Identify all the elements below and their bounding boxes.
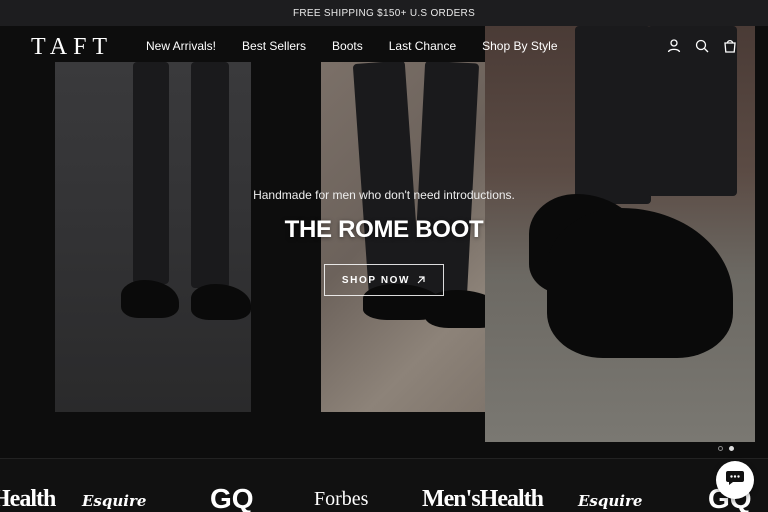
- slide-dot-2[interactable]: [729, 446, 734, 451]
- press-logo-esquire: Esquire: [82, 492, 147, 510]
- announcement-bar: FREE SHIPPING $150+ U.S ORDERS: [0, 0, 768, 26]
- press-logo-health: Health: [0, 486, 56, 512]
- nav-shop-by-style[interactable]: Shop By Style: [482, 39, 557, 53]
- hero-tagline: Handmade for men who don't need introduc…: [253, 188, 515, 202]
- hero-slideshow: Handmade for men who don't need introduc…: [0, 26, 768, 458]
- slide-pagination: [718, 446, 734, 451]
- account-icon[interactable]: [666, 38, 682, 54]
- header-icons: [666, 38, 738, 54]
- slide-dot-1[interactable]: [718, 446, 723, 451]
- nav-last-chance[interactable]: Last Chance: [389, 39, 456, 53]
- nav-best-sellers[interactable]: Best Sellers: [242, 39, 306, 53]
- shop-now-button[interactable]: SHOP NOW: [324, 264, 444, 296]
- announcement-text: FREE SHIPPING $150+ U.S ORDERS: [292, 7, 476, 19]
- nav-boots[interactable]: Boots: [332, 39, 363, 53]
- taft-logo[interactable]: TAFT: [31, 34, 113, 61]
- chat-button[interactable]: [716, 461, 754, 499]
- press-logo-gq: GQ: [210, 483, 254, 512]
- search-icon[interactable]: [694, 38, 710, 54]
- arrow-up-right-icon: [416, 275, 426, 285]
- shop-now-label: SHOP NOW: [341, 274, 411, 286]
- main-nav: New Arrivals! Best Sellers Boots Last Ch…: [146, 39, 558, 53]
- nav-new-arrivals[interactable]: New Arrivals!: [146, 39, 216, 53]
- press-logo-forbes: Forbes: [314, 488, 369, 510]
- press-logo-mens-health: Men'sHealth: [422, 486, 544, 512]
- hero-title: THE ROME BOOT: [284, 216, 484, 243]
- press-logos-marquee: Health Esquire GQ Forbes Men'sHealth Esq…: [0, 458, 768, 512]
- press-logo-esquire-2: Esquire: [578, 492, 643, 510]
- site-header: TAFT New Arrivals! Best Sellers Boots La…: [0, 26, 768, 66]
- chat-icon: [725, 469, 745, 492]
- cart-icon[interactable]: [722, 38, 738, 54]
- hero-copy: Handmade for men who don't need introduc…: [0, 188, 768, 244]
